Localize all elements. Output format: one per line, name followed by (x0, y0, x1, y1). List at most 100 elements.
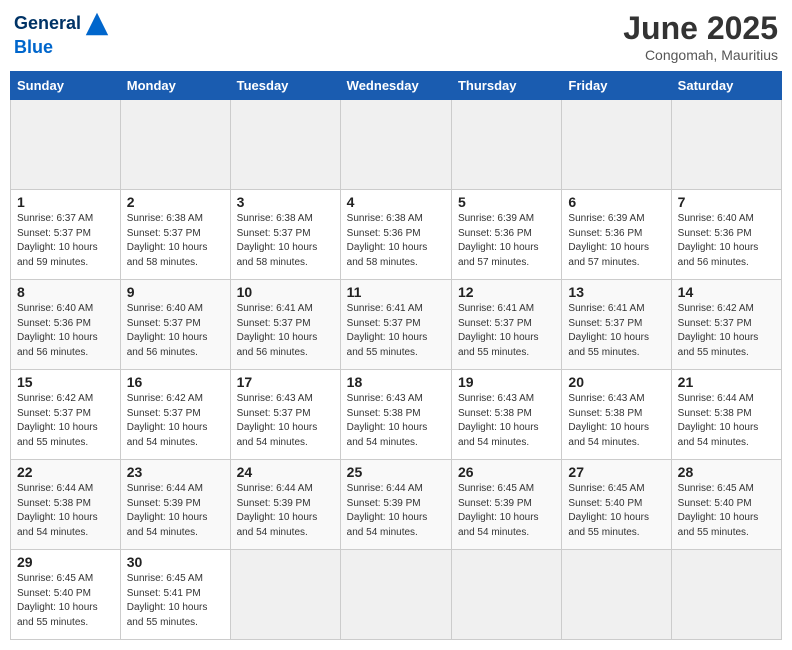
day-info: Sunrise: 6:43 AMSunset: 5:38 PMDaylight:… (458, 393, 539, 448)
calendar-cell: 4 Sunrise: 6:38 AMSunset: 5:36 PMDayligh… (340, 190, 451, 280)
calendar-cell: 12 Sunrise: 6:41 AMSunset: 5:37 PMDaylig… (451, 280, 561, 370)
day-number: 6 (568, 194, 664, 210)
logo: General Blue (14, 10, 111, 58)
day-info: Sunrise: 6:43 AMSunset: 5:38 PMDaylight:… (568, 393, 649, 448)
calendar-cell: 26 Sunrise: 6:45 AMSunset: 5:39 PMDaylig… (451, 460, 561, 550)
calendar-cell: 20 Sunrise: 6:43 AMSunset: 5:38 PMDaylig… (562, 370, 671, 460)
calendar-cell: 17 Sunrise: 6:43 AMSunset: 5:37 PMDaylig… (230, 370, 340, 460)
day-number: 2 (127, 194, 224, 210)
day-info: Sunrise: 6:43 AMSunset: 5:37 PMDaylight:… (237, 393, 318, 448)
col-header-monday: Monday (120, 72, 230, 100)
calendar-cell: 6 Sunrise: 6:39 AMSunset: 5:36 PMDayligh… (562, 190, 671, 280)
day-number: 29 (17, 554, 114, 570)
day-number: 24 (237, 464, 334, 480)
day-info: Sunrise: 6:42 AMSunset: 5:37 PMDaylight:… (127, 393, 208, 448)
day-number: 28 (678, 464, 775, 480)
calendar-cell: 11 Sunrise: 6:41 AMSunset: 5:37 PMDaylig… (340, 280, 451, 370)
day-info: Sunrise: 6:43 AMSunset: 5:38 PMDaylight:… (347, 393, 428, 448)
day-number: 27 (568, 464, 664, 480)
calendar-cell (340, 550, 451, 640)
day-number: 25 (347, 464, 445, 480)
month-title: June 2025 (623, 10, 778, 47)
calendar-cell: 27 Sunrise: 6:45 AMSunset: 5:40 PMDaylig… (562, 460, 671, 550)
day-number: 14 (678, 284, 775, 300)
day-number: 8 (17, 284, 114, 300)
col-header-tuesday: Tuesday (230, 72, 340, 100)
day-number: 5 (458, 194, 555, 210)
col-header-wednesday: Wednesday (340, 72, 451, 100)
day-number: 21 (678, 374, 775, 390)
day-info: Sunrise: 6:44 AMSunset: 5:38 PMDaylight:… (17, 483, 98, 538)
day-info: Sunrise: 6:45 AMSunset: 5:39 PMDaylight:… (458, 483, 539, 538)
day-number: 19 (458, 374, 555, 390)
page-header: General Blue June 2025 Congomah, Mauriti… (10, 10, 782, 63)
calendar-cell: 15 Sunrise: 6:42 AMSunset: 5:37 PMDaylig… (11, 370, 121, 460)
calendar-cell: 29 Sunrise: 6:45 AMSunset: 5:40 PMDaylig… (11, 550, 121, 640)
day-number: 30 (127, 554, 224, 570)
day-number: 9 (127, 284, 224, 300)
day-info: Sunrise: 6:45 AMSunset: 5:41 PMDaylight:… (127, 573, 208, 628)
day-info: Sunrise: 6:44 AMSunset: 5:38 PMDaylight:… (678, 393, 759, 448)
day-info: Sunrise: 6:44 AMSunset: 5:39 PMDaylight:… (127, 483, 208, 538)
calendar-cell: 28 Sunrise: 6:45 AMSunset: 5:40 PMDaylig… (671, 460, 781, 550)
day-number: 20 (568, 374, 664, 390)
calendar-cell: 5 Sunrise: 6:39 AMSunset: 5:36 PMDayligh… (451, 190, 561, 280)
day-info: Sunrise: 6:41 AMSunset: 5:37 PMDaylight:… (568, 303, 649, 358)
day-number: 26 (458, 464, 555, 480)
day-info: Sunrise: 6:42 AMSunset: 5:37 PMDaylight:… (678, 303, 759, 358)
day-number: 7 (678, 194, 775, 210)
day-number: 11 (347, 284, 445, 300)
calendar-cell: 22 Sunrise: 6:44 AMSunset: 5:38 PMDaylig… (11, 460, 121, 550)
day-info: Sunrise: 6:44 AMSunset: 5:39 PMDaylight:… (347, 483, 428, 538)
day-info: Sunrise: 6:39 AMSunset: 5:36 PMDaylight:… (458, 213, 539, 268)
calendar-cell (230, 550, 340, 640)
day-info: Sunrise: 6:42 AMSunset: 5:37 PMDaylight:… (17, 393, 98, 448)
calendar-cell (340, 100, 451, 190)
calendar-cell: 24 Sunrise: 6:44 AMSunset: 5:39 PMDaylig… (230, 460, 340, 550)
calendar-cell (562, 100, 671, 190)
col-header-sunday: Sunday (11, 72, 121, 100)
day-info: Sunrise: 6:45 AMSunset: 5:40 PMDaylight:… (678, 483, 759, 538)
day-info: Sunrise: 6:40 AMSunset: 5:37 PMDaylight:… (127, 303, 208, 358)
logo-icon (83, 10, 111, 38)
day-info: Sunrise: 6:41 AMSunset: 5:37 PMDaylight:… (458, 303, 539, 358)
calendar-cell: 18 Sunrise: 6:43 AMSunset: 5:38 PMDaylig… (340, 370, 451, 460)
calendar-cell: 21 Sunrise: 6:44 AMSunset: 5:38 PMDaylig… (671, 370, 781, 460)
calendar-cell (671, 100, 781, 190)
day-number: 1 (17, 194, 114, 210)
day-info: Sunrise: 6:38 AMSunset: 5:37 PMDaylight:… (127, 213, 208, 268)
day-number: 15 (17, 374, 114, 390)
day-number: 23 (127, 464, 224, 480)
calendar-cell: 13 Sunrise: 6:41 AMSunset: 5:37 PMDaylig… (562, 280, 671, 370)
day-number: 17 (237, 374, 334, 390)
calendar-cell (562, 550, 671, 640)
calendar-table: SundayMondayTuesdayWednesdayThursdayFrid… (10, 71, 782, 640)
day-info: Sunrise: 6:45 AMSunset: 5:40 PMDaylight:… (568, 483, 649, 538)
calendar-cell (451, 100, 561, 190)
calendar-cell (11, 100, 121, 190)
day-number: 22 (17, 464, 114, 480)
calendar-cell: 1 Sunrise: 6:37 AMSunset: 5:37 PMDayligh… (11, 190, 121, 280)
calendar-cell: 8 Sunrise: 6:40 AMSunset: 5:36 PMDayligh… (11, 280, 121, 370)
calendar-cell: 25 Sunrise: 6:44 AMSunset: 5:39 PMDaylig… (340, 460, 451, 550)
location: Congomah, Mauritius (623, 47, 778, 63)
day-number: 12 (458, 284, 555, 300)
calendar-cell (671, 550, 781, 640)
day-info: Sunrise: 6:38 AMSunset: 5:37 PMDaylight:… (237, 213, 318, 268)
day-info: Sunrise: 6:40 AMSunset: 5:36 PMDaylight:… (678, 213, 759, 268)
calendar-cell: 10 Sunrise: 6:41 AMSunset: 5:37 PMDaylig… (230, 280, 340, 370)
day-info: Sunrise: 6:44 AMSunset: 5:39 PMDaylight:… (237, 483, 318, 538)
calendar-cell: 9 Sunrise: 6:40 AMSunset: 5:37 PMDayligh… (120, 280, 230, 370)
day-info: Sunrise: 6:40 AMSunset: 5:36 PMDaylight:… (17, 303, 98, 358)
calendar-cell (230, 100, 340, 190)
day-number: 13 (568, 284, 664, 300)
title-block: June 2025 Congomah, Mauritius (623, 10, 778, 63)
calendar-cell: 30 Sunrise: 6:45 AMSunset: 5:41 PMDaylig… (120, 550, 230, 640)
day-info: Sunrise: 6:41 AMSunset: 5:37 PMDaylight:… (237, 303, 318, 358)
calendar-cell: 19 Sunrise: 6:43 AMSunset: 5:38 PMDaylig… (451, 370, 561, 460)
col-header-friday: Friday (562, 72, 671, 100)
day-info: Sunrise: 6:45 AMSunset: 5:40 PMDaylight:… (17, 573, 98, 628)
calendar-cell: 7 Sunrise: 6:40 AMSunset: 5:36 PMDayligh… (671, 190, 781, 280)
calendar-cell: 23 Sunrise: 6:44 AMSunset: 5:39 PMDaylig… (120, 460, 230, 550)
day-info: Sunrise: 6:37 AMSunset: 5:37 PMDaylight:… (17, 213, 98, 268)
